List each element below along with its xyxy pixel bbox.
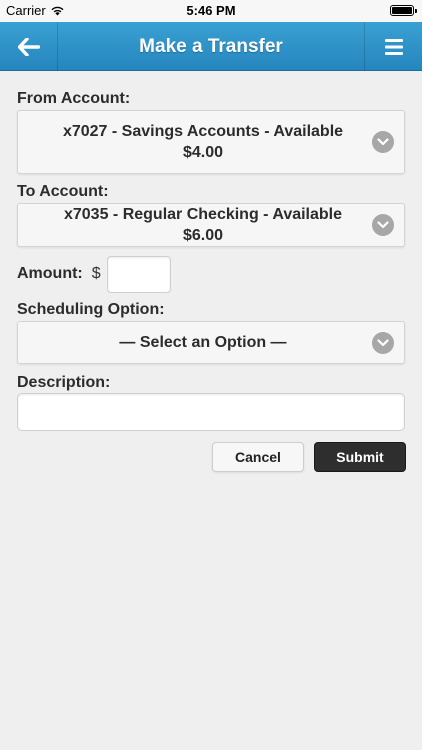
from-account-label: From Account: [17, 90, 131, 107]
cancel-button[interactable]: Cancel [212, 442, 304, 472]
amount-row: Amount: $ [17, 255, 171, 293]
scheduling-option-label: Scheduling Option: [17, 301, 165, 318]
hamburger-menu-icon [384, 38, 403, 55]
from-account-value: x7027 - Savings Accounts - Available $4.… [62, 123, 344, 161]
to-account-select[interactable]: x7035 - Regular Checking - Available $6.… [17, 203, 405, 247]
from-account-select[interactable]: x7027 - Savings Accounts - Available $4.… [17, 110, 405, 174]
amount-input[interactable] [106, 255, 171, 293]
back-button[interactable] [0, 22, 58, 71]
chevron-down-icon [372, 331, 394, 354]
scheduling-option-select[interactable]: — Select an Option — [17, 321, 405, 364]
scheduling-option-value: — Select an Option — [119, 334, 287, 351]
nav-bar: Make a Transfer [0, 22, 422, 71]
status-bar: Carrier 5:46 PM [0, 0, 422, 22]
arrow-left-icon [17, 37, 40, 56]
description-input[interactable] [17, 393, 405, 431]
to-account-value: x7035 - Regular Checking - Available $6.… [63, 206, 343, 244]
currency-symbol: $ [91, 265, 101, 282]
amount-label: Amount: [17, 265, 83, 282]
page-title: Make a Transfer [139, 36, 283, 57]
submit-button[interactable]: Submit [314, 442, 406, 472]
to-account-label: To Account: [17, 183, 109, 200]
status-time: 5:46 PM [186, 3, 236, 18]
chevron-down-icon [372, 214, 394, 236]
battery-icon [390, 5, 417, 16]
chevron-down-icon [372, 131, 394, 153]
description-label: Description: [17, 374, 111, 391]
menu-button[interactable] [364, 22, 422, 71]
